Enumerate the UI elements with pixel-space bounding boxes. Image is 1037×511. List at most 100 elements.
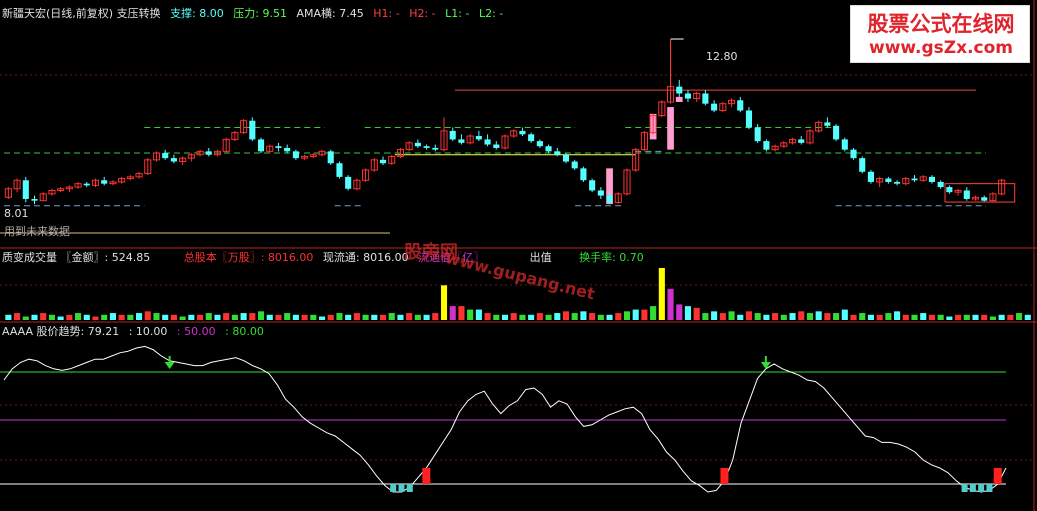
volume-bar (702, 313, 709, 320)
volume-bar (641, 309, 648, 320)
volume-bar (57, 316, 64, 320)
volume-bar (83, 314, 90, 320)
volume-bar (928, 314, 935, 320)
candle-body-down (292, 151, 299, 159)
volume-bar (1024, 314, 1031, 320)
volume-bar (310, 314, 317, 320)
candle-body-down (458, 139, 465, 143)
volume-bar (763, 314, 770, 320)
candle-body-down (205, 151, 212, 155)
candle-body-down (885, 178, 892, 182)
volume-bar (972, 314, 979, 320)
volume-bar (379, 314, 387, 320)
price-title: 新疆天宏(日线,前复权) 支压转换 (2, 7, 161, 20)
volume-bar (632, 309, 639, 320)
candle-body-down (414, 142, 421, 147)
trend-title: AAAA 股价趋势: 79.21 (2, 325, 120, 338)
candle-body-down (981, 197, 988, 201)
volume-bar (920, 313, 927, 320)
pink-signal-bar (667, 107, 674, 150)
candle-body-down (606, 195, 613, 203)
support-label: 支撑: 8.00 (170, 7, 224, 20)
volume-bar (275, 314, 282, 320)
candle-body-down (327, 151, 334, 164)
volume-bar (562, 311, 570, 320)
candle-body-down (562, 154, 570, 162)
volume-bar (510, 313, 517, 320)
volume-bar (162, 314, 169, 320)
candle-body-down (580, 168, 587, 181)
candle-body-down (475, 136, 482, 140)
volume-bar (911, 314, 918, 320)
volume-bar (815, 311, 822, 320)
volume-bar (536, 313, 543, 320)
volume-bar (292, 314, 299, 320)
candle-body-down (963, 190, 970, 199)
candle-body-down (423, 146, 430, 148)
volume-bar (650, 306, 657, 320)
volume-bar (109, 313, 116, 320)
logo-line2: www.gsZx.com (869, 38, 1013, 58)
trend-low-bar (969, 484, 976, 492)
volume-bar (859, 313, 866, 320)
volume-bar (824, 313, 831, 320)
high-price-label: 12.80 (706, 50, 738, 63)
candle-body-down (711, 103, 718, 111)
candle-body-down (867, 171, 874, 182)
candle-body-down (859, 158, 866, 172)
candle-body-down (937, 181, 944, 188)
volume-bar (676, 304, 683, 320)
candle-body-down (545, 146, 552, 152)
volume-bar (205, 313, 212, 320)
volume-bar (101, 314, 108, 320)
candle-body-down (554, 151, 561, 155)
volume-bar (388, 313, 395, 320)
volume-bar (284, 313, 291, 320)
candle-body-down (336, 163, 343, 177)
volume-bar (136, 313, 143, 320)
trend-buy-bar (422, 468, 431, 484)
trend-low-bar (978, 484, 985, 492)
candle-body-down (911, 178, 918, 181)
h2-label: H2: - (409, 7, 436, 20)
ama-label: AMA横: 7.45 (296, 7, 364, 20)
volume-bar (737, 314, 744, 320)
trend-line (3, 345, 1007, 493)
candle-body-down (894, 181, 901, 184)
low-price-label: 8.01 (4, 207, 29, 220)
volume-bar (606, 314, 613, 320)
volume-bar (711, 311, 718, 320)
pressure-label: 压力: 9.51 (233, 7, 287, 20)
volume-bar (615, 313, 622, 320)
volume-bar (92, 316, 99, 320)
trend-low-bar (390, 484, 397, 492)
candle-body-down (345, 176, 352, 189)
volume-bar (798, 311, 805, 320)
volume-bar (981, 314, 988, 320)
volume-bar (554, 313, 561, 320)
candle-body-down (519, 130, 526, 135)
l1-label: L1: - (445, 7, 470, 20)
candle-body-down (928, 176, 935, 182)
candle-body-down (850, 149, 857, 159)
trend-buy-bar (720, 468, 729, 484)
volume-bar (127, 314, 134, 320)
volume-bar (902, 314, 909, 320)
candle-body-down (284, 147, 291, 152)
volume-bar (231, 314, 238, 320)
volume-bar (188, 314, 195, 320)
candle-body-down (83, 183, 90, 186)
volume-bar (745, 311, 753, 320)
volume-bar (5, 314, 12, 320)
volume-bar (658, 268, 665, 320)
volume-bar (414, 314, 421, 320)
candle-body-down (833, 125, 840, 140)
volume-bar (266, 314, 273, 320)
trend-panel-header: AAAA 股价趋势: 79.21 : 10.00 : 50.00 : 80.00 (2, 325, 270, 339)
volume-bar (484, 313, 491, 320)
volume-bar (885, 313, 892, 320)
candle-body-down (449, 130, 456, 140)
price-panel-header: 新疆天宏(日线,前复权) 支压转换 支撑: 8.00 压力: 9.51 AMA横… (2, 7, 509, 21)
volume-bar (371, 314, 378, 320)
trend-low-bar (961, 484, 968, 492)
